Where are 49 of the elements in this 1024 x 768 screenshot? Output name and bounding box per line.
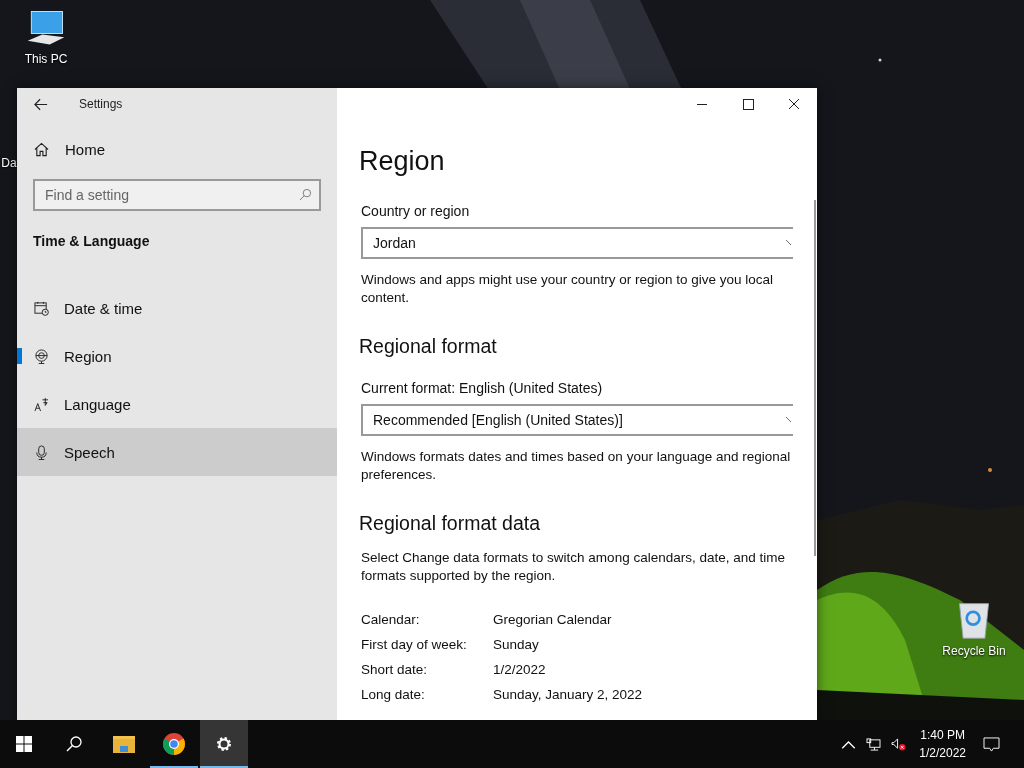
format-label: Calendar: [361, 611, 421, 629]
globe-icon [34, 348, 49, 364]
language-icon [34, 396, 49, 412]
folder-icon [113, 733, 135, 755]
format-label: First day of week: [361, 636, 468, 654]
section-heading: Time & Language [33, 233, 151, 249]
nav-item[interactable]: Speech [17, 428, 337, 476]
nav-item[interactable]: Language [17, 380, 337, 428]
format-value: Sunday, January 2, 2022 [493, 686, 644, 704]
search-icon [66, 736, 82, 752]
home-icon [34, 141, 49, 157]
windows-logo-icon [16, 736, 32, 752]
country-dropdown[interactable]: Jordan [361, 227, 793, 259]
format-value: 1/2/2022 [493, 661, 547, 679]
back-arrow-icon[interactable] [34, 97, 48, 111]
field-label: Current format: English (United States) [361, 380, 604, 396]
desktop-icon-label[interactable]: This PC [24, 52, 68, 66]
dropdown-caret-icon [786, 417, 791, 422]
notification-icon[interactable] [983, 736, 1000, 752]
window-title: Settings [79, 97, 123, 111]
gear-icon [216, 736, 232, 752]
home-nav-item[interactable]: Home [34, 136, 337, 162]
section-heading: Regional format data [359, 512, 542, 535]
format-value: Gregorian Calendar [493, 611, 613, 629]
scrollbar[interactable] [814, 200, 816, 556]
network-icon[interactable] [866, 737, 882, 751]
page-title: Region [359, 146, 446, 177]
browser-icon [163, 733, 185, 755]
search-icon [299, 188, 312, 201]
nav-item[interactable]: Region [17, 332, 337, 380]
desktop-icon-label[interactable]: Da [1, 156, 17, 170]
description-text: Select Change data formats to switch among calendars, date, and time formats supported by the region. [361, 549, 786, 585]
section-heading: Regional format [359, 335, 498, 358]
format-label: Long date: [361, 686, 426, 704]
format-value: Sunday [493, 636, 540, 654]
format-dropdown[interactable]: Recommended [English (United States)] [361, 404, 793, 436]
search-field[interactable]: Find a setting [33, 179, 321, 211]
nav-item[interactable]: Date & time [17, 284, 337, 332]
format-label: Short date: [361, 661, 429, 679]
description-text: Windows formats dates and times based on your language and regional preferences. [361, 448, 792, 484]
muted-speaker-icon[interactable] [891, 737, 907, 751]
microphone-icon [34, 444, 49, 460]
calendar-clock-icon [34, 300, 49, 316]
clock[interactable]: 1:40 PM 1/2/2022 [919, 726, 966, 762]
field-label: Country or region [361, 203, 471, 219]
dropdown-caret-icon [786, 240, 791, 245]
settings-taskbar-button[interactable] [200, 720, 248, 768]
description-text: Windows and apps might use your country or region to give you local content. [361, 271, 774, 307]
desktop-icon-label[interactable]: Recycle Bin [942, 644, 1006, 658]
